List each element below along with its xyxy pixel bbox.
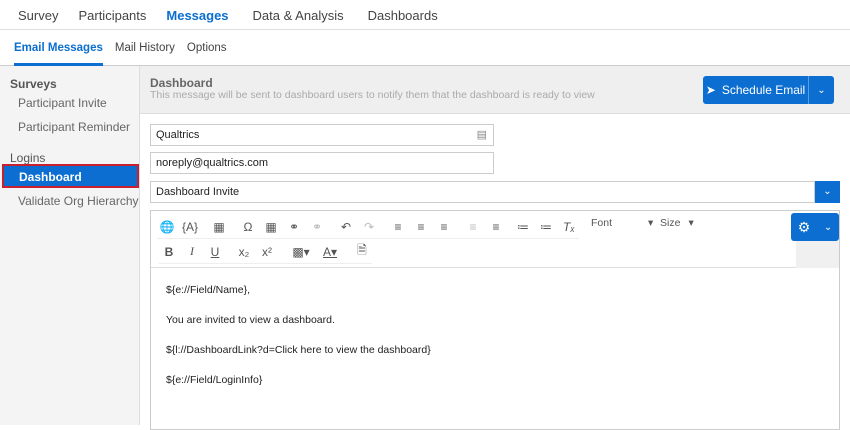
contact-card-icon[interactable]: ▤ bbox=[477, 128, 487, 141]
sidebar-item-dashboard[interactable]: Dashboard bbox=[2, 164, 139, 188]
gear-icon: ⚙ bbox=[797, 218, 811, 235]
sub-nav: Email Messages Mail History Options bbox=[0, 30, 850, 66]
underline-icon[interactable]: U bbox=[205, 245, 225, 259]
subscript-icon[interactable]: x₂ bbox=[234, 245, 254, 259]
page-subtitle: This message will be sent to dashboard u… bbox=[150, 89, 595, 101]
globe-icon[interactable]: 🌐 bbox=[157, 220, 177, 234]
tab-participants[interactable]: Participants bbox=[78, 0, 146, 29]
align-center-icon[interactable]: ≡ bbox=[411, 220, 431, 234]
tab-options[interactable]: Options bbox=[187, 30, 227, 66]
numbered-list-icon[interactable]: ≔ bbox=[513, 220, 533, 234]
tab-email-messages[interactable]: Email Messages bbox=[14, 30, 103, 66]
italic-icon[interactable]: I bbox=[182, 244, 202, 259]
outdent-icon[interactable]: ≡ bbox=[463, 220, 483, 234]
editor-toolbar: 🌐 {A} ▦ Ω ▦ ⚭ ⚭ ↶ ↷ ≡ ≡ ≡ ≡ ≡ ≔ ≔ Tₓ Fon… bbox=[151, 211, 839, 268]
superscript-icon[interactable]: x² bbox=[257, 245, 277, 259]
sidebar-heading-logins: Logins bbox=[10, 151, 46, 165]
rich-text-editor[interactable]: 🌐 {A} ▦ Ω ▦ ⚭ ⚭ ↶ ↷ ≡ ≡ ≡ ≡ ≡ ≔ ≔ Tₓ Fon… bbox=[150, 210, 840, 430]
font-dropdown[interactable]: Font ▾ bbox=[591, 217, 653, 229]
indent-icon[interactable]: ≡ bbox=[486, 220, 506, 234]
sidebar: Surveys Participant Invite Participant R… bbox=[0, 66, 140, 425]
body-line: You are invited to view a dashboard. bbox=[166, 314, 335, 326]
schedule-dropdown-chevron-icon[interactable]: ⌄ bbox=[809, 85, 834, 96]
subject-dropdown-chevron-icon[interactable]: ⌄ bbox=[815, 181, 840, 203]
message-header: Dashboard This message will be sent to d… bbox=[140, 66, 850, 114]
body-line: ${e://Field/Name}, bbox=[166, 284, 251, 296]
paper-plane-icon: ➤ bbox=[705, 83, 716, 97]
piped-text-icon[interactable]: {A} bbox=[180, 220, 200, 234]
background-color-icon[interactable]: ▩▾ bbox=[288, 245, 314, 259]
text-color-icon[interactable]: A▾ bbox=[317, 245, 343, 259]
sidebar-heading-surveys: Surveys bbox=[10, 77, 57, 91]
size-dropdown[interactable]: Size ▾ bbox=[660, 217, 694, 229]
chevron-down-icon: ⌄ bbox=[823, 221, 833, 233]
align-right-icon[interactable]: ≡ bbox=[434, 220, 454, 234]
image-icon[interactable]: ▦ bbox=[209, 220, 229, 234]
body-line: ${e://Field/LoginInfo} bbox=[166, 374, 263, 386]
page-title: Dashboard bbox=[150, 76, 213, 90]
top-nav: Survey Participants Messages Data & Anal… bbox=[0, 0, 850, 30]
source-code-icon[interactable]: 🗎 bbox=[352, 241, 372, 262]
settings-gear-button[interactable]: ⚙ ⌄ bbox=[791, 213, 839, 241]
bullet-list-icon[interactable]: ≔ bbox=[536, 220, 556, 234]
schedule-email-button[interactable]: ➤ Schedule Email ⌄ bbox=[703, 76, 834, 104]
unlink-icon[interactable]: ⚭ bbox=[307, 220, 327, 234]
sidebar-item-validate-org-hierarchy[interactable]: Validate Org Hierarchy bbox=[18, 194, 139, 208]
schedule-email-label: Schedule Email bbox=[721, 83, 806, 97]
from-name-input[interactable]: Qualtrics ▤ bbox=[150, 124, 494, 146]
tab-survey[interactable]: Survey bbox=[18, 0, 58, 29]
sidebar-item-participant-invite[interactable]: Participant Invite bbox=[18, 96, 107, 110]
bold-icon[interactable]: B bbox=[159, 245, 179, 259]
table-icon[interactable]: ▦ bbox=[261, 220, 281, 234]
tab-mail-history[interactable]: Mail History bbox=[115, 30, 175, 66]
tab-data-analysis[interactable]: Data & Analysis bbox=[253, 0, 344, 29]
sidebar-item-participant-reminder[interactable]: Participant Reminder bbox=[18, 120, 130, 134]
undo-icon[interactable]: ↶ bbox=[336, 220, 356, 234]
clear-format-icon[interactable]: Tₓ bbox=[559, 220, 579, 234]
tab-messages[interactable]: Messages bbox=[166, 0, 228, 29]
subject-select[interactable]: Dashboard Invite bbox=[150, 181, 815, 203]
align-left-icon[interactable]: ≡ bbox=[388, 220, 408, 234]
tab-dashboards[interactable]: Dashboards bbox=[368, 0, 438, 29]
from-email-input[interactable]: noreply@qualtrics.com bbox=[150, 152, 494, 174]
link-icon[interactable]: ⚭ bbox=[284, 220, 304, 234]
omega-icon[interactable]: Ω bbox=[238, 220, 258, 234]
redo-icon[interactable]: ↷ bbox=[359, 220, 379, 234]
toolbar-filler bbox=[796, 241, 839, 268]
body-line: ${l://DashboardLink?d=Click here to view… bbox=[166, 344, 431, 356]
